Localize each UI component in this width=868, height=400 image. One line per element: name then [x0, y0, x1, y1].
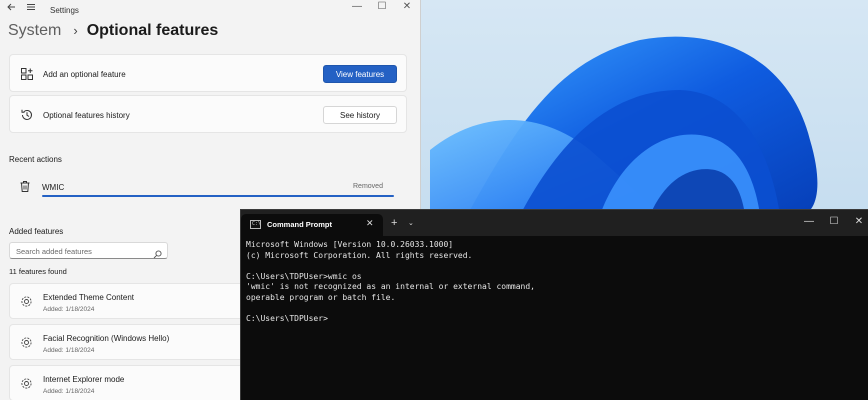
settings-titlebar: Settings — ☐ ✕	[0, 0, 420, 20]
terminal-prompt: C:\Users\TDPUser>	[246, 314, 328, 324]
terminal-tab[interactable]: C:\ Command Prompt ✕	[241, 214, 383, 236]
command-prompt-window: C:\ Command Prompt ✕ + ⌄ — ☐ ✕ Microsoft…	[240, 209, 868, 400]
history-card: Optional features history See history	[9, 95, 407, 133]
search-added-features-input[interactable]: Search added features	[9, 242, 168, 259]
recent-actions-heading: Recent actions	[9, 155, 62, 164]
terminal-tab-title: Command Prompt	[267, 220, 333, 229]
maximize-button[interactable]: ☐	[369, 1, 395, 12]
breadcrumb: System › Optional features	[8, 22, 218, 44]
feature-name: Facial Recognition (Windows Hello)	[43, 334, 170, 343]
feature-date: Added: 1/18/2024	[43, 306, 95, 313]
history-label: Optional features history	[43, 111, 130, 120]
feature-name: Extended Theme Content	[43, 293, 135, 302]
added-features-heading: Added features	[9, 227, 64, 236]
gear-icon	[20, 336, 33, 354]
back-arrow-icon[interactable]	[6, 2, 16, 15]
close-button[interactable]: ✕	[394, 1, 420, 12]
breadcrumb-system-link[interactable]: System	[8, 22, 61, 40]
terminal-titlebar: C:\ Command Prompt ✕ + ⌄ — ☐ ✕	[241, 210, 868, 236]
new-tab-button[interactable]: +	[391, 217, 397, 229]
tab-close-icon[interactable]: ✕	[366, 218, 374, 229]
gear-icon	[20, 295, 33, 313]
terminal-line: C:\Users\TDPUser>wmic os	[246, 271, 362, 281]
recent-action-status: Removed	[353, 183, 383, 190]
features-count: 11 features found	[9, 267, 67, 276]
page-title: Optional features	[86, 22, 219, 39]
feature-name: Internet Explorer mode	[43, 375, 125, 384]
trash-icon	[19, 180, 31, 198]
command-prompt-icon: C:\	[250, 220, 261, 229]
terminal-line: operable program or batch file.	[246, 292, 396, 302]
add-feature-label: Add an optional feature	[43, 70, 126, 79]
recent-action-item: WMIC Removed	[9, 170, 407, 202]
feature-date: Added: 1/18/2024	[43, 388, 95, 395]
recent-action-progress-bar	[42, 195, 394, 197]
terminal-close-button[interactable]: ✕	[844, 216, 868, 227]
add-feature-icon	[20, 67, 34, 81]
view-features-button[interactable]: View features	[323, 65, 397, 83]
chevron-down-icon[interactable]: ⌄	[408, 219, 414, 227]
gear-icon	[20, 377, 33, 395]
hamburger-menu-icon[interactable]	[26, 2, 36, 15]
terminal-line: (c) Microsoft Corporation. All rights re…	[246, 250, 473, 260]
search-icon	[153, 246, 162, 264]
minimize-button[interactable]: —	[344, 1, 370, 12]
history-icon	[20, 108, 34, 122]
recent-action-name: WMIC	[42, 183, 65, 192]
terminal-line: Microsoft Windows [Version 10.0.26033.10…	[246, 240, 454, 249]
see-history-button[interactable]: See history	[323, 106, 397, 124]
feature-date: Added: 1/18/2024	[43, 347, 95, 354]
search-placeholder: Search added features	[16, 247, 92, 256]
window-title: Settings	[50, 6, 79, 15]
terminal-line: 'wmic' is not recognized as an internal …	[246, 282, 535, 292]
add-feature-card: Add an optional feature View features	[9, 54, 407, 92]
command-prompt-icon-text: C:\	[252, 221, 262, 227]
terminal-output[interactable]: Microsoft Windows [Version 10.0.26033.10…	[246, 240, 861, 325]
breadcrumb-separator: ›	[73, 23, 78, 38]
